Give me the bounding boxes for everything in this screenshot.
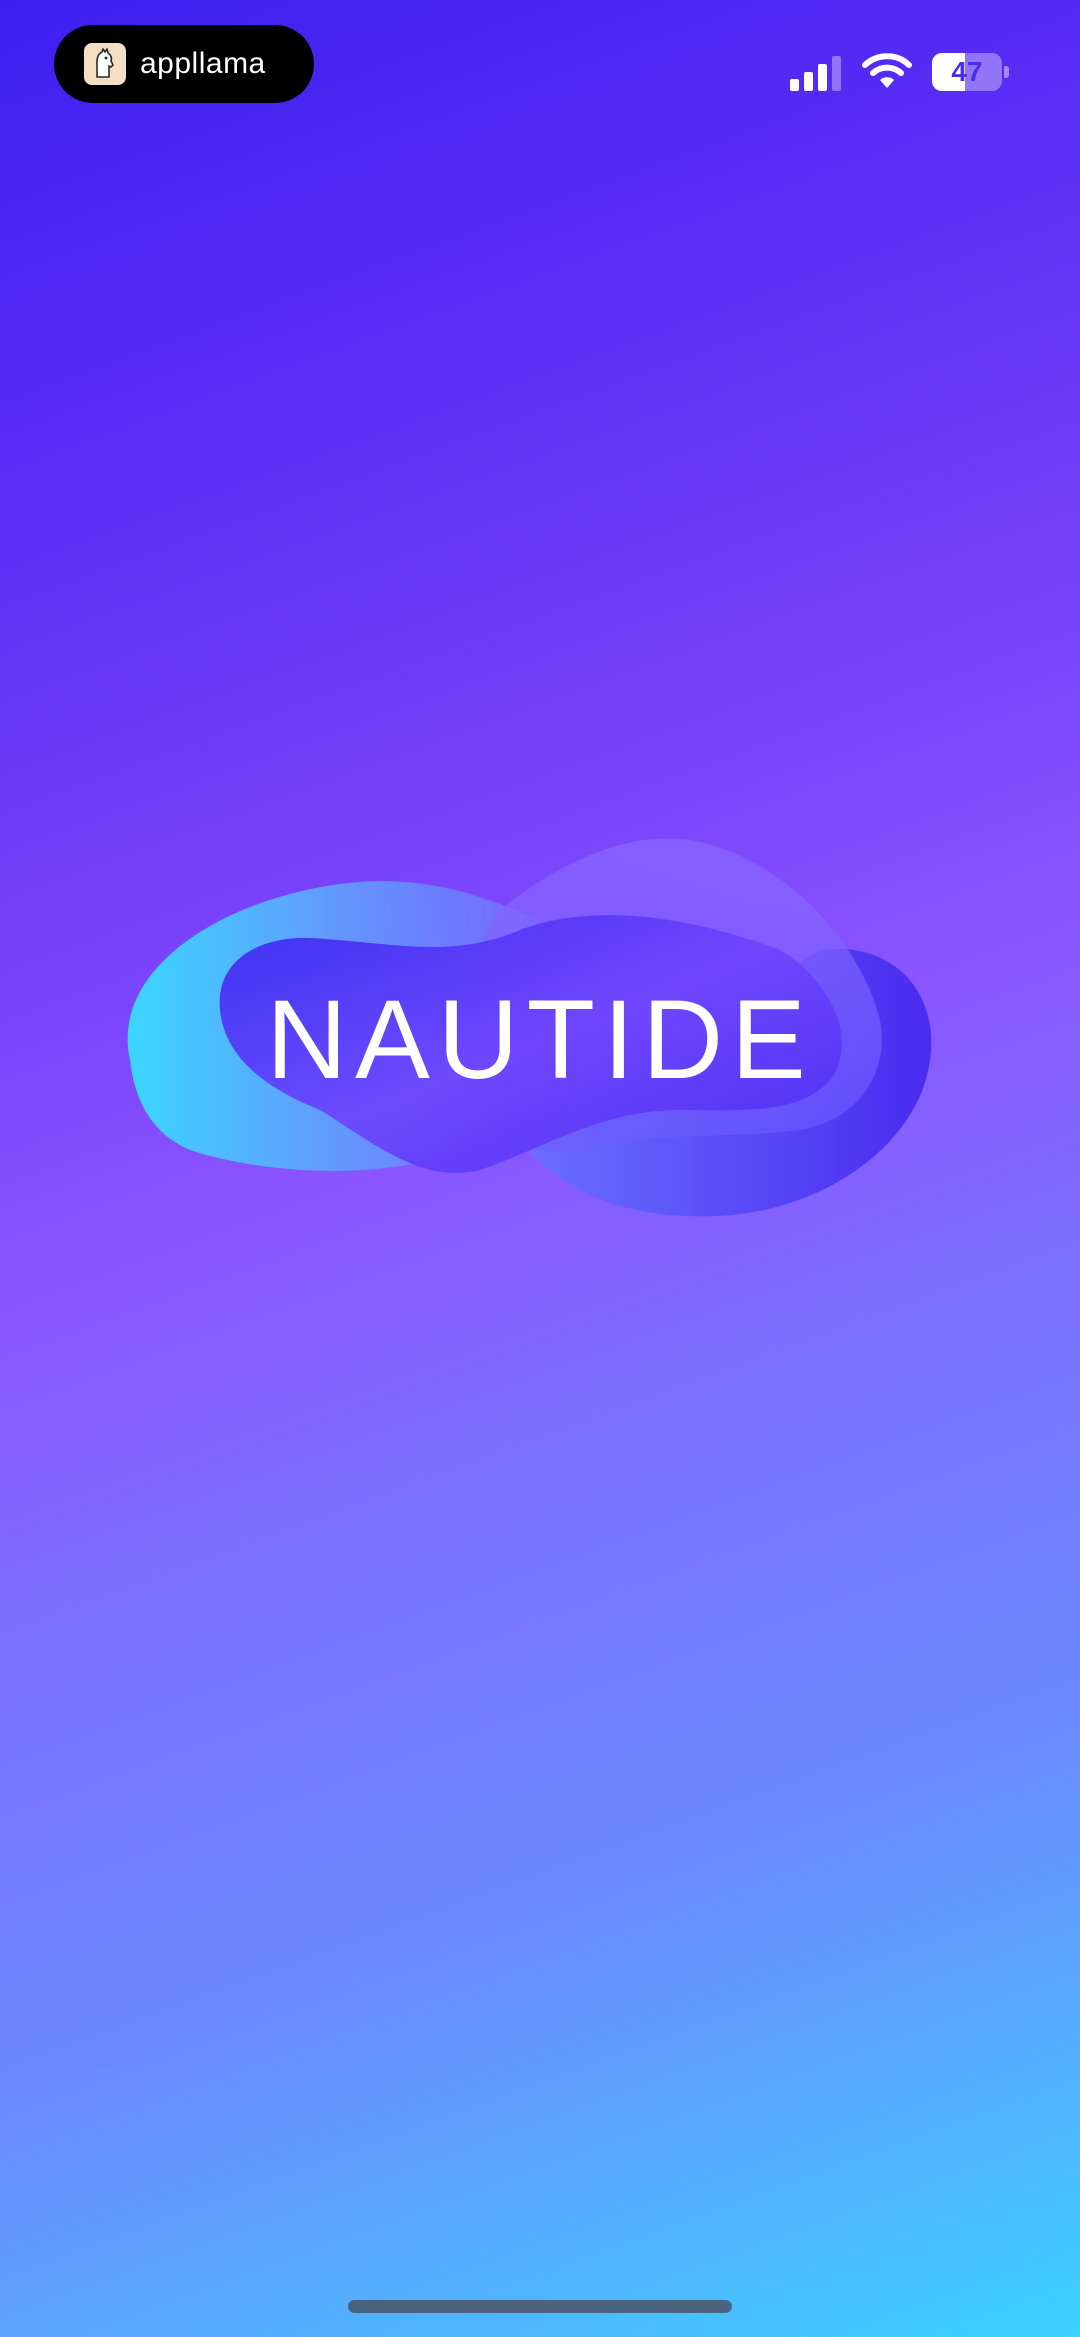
app-badge[interactable]: appllama	[54, 25, 314, 103]
cellular-signal-icon	[790, 56, 841, 91]
app-badge-label: appllama	[140, 47, 266, 80]
battery-icon: 47	[932, 53, 1010, 91]
brand-name: NAUTIDE	[266, 977, 814, 1102]
home-indicator[interactable]	[348, 2300, 732, 2313]
wifi-icon	[862, 53, 912, 88]
status-bar: appllama 47	[0, 0, 1080, 140]
battery-level: 47	[951, 56, 983, 87]
llama-icon	[84, 43, 126, 85]
